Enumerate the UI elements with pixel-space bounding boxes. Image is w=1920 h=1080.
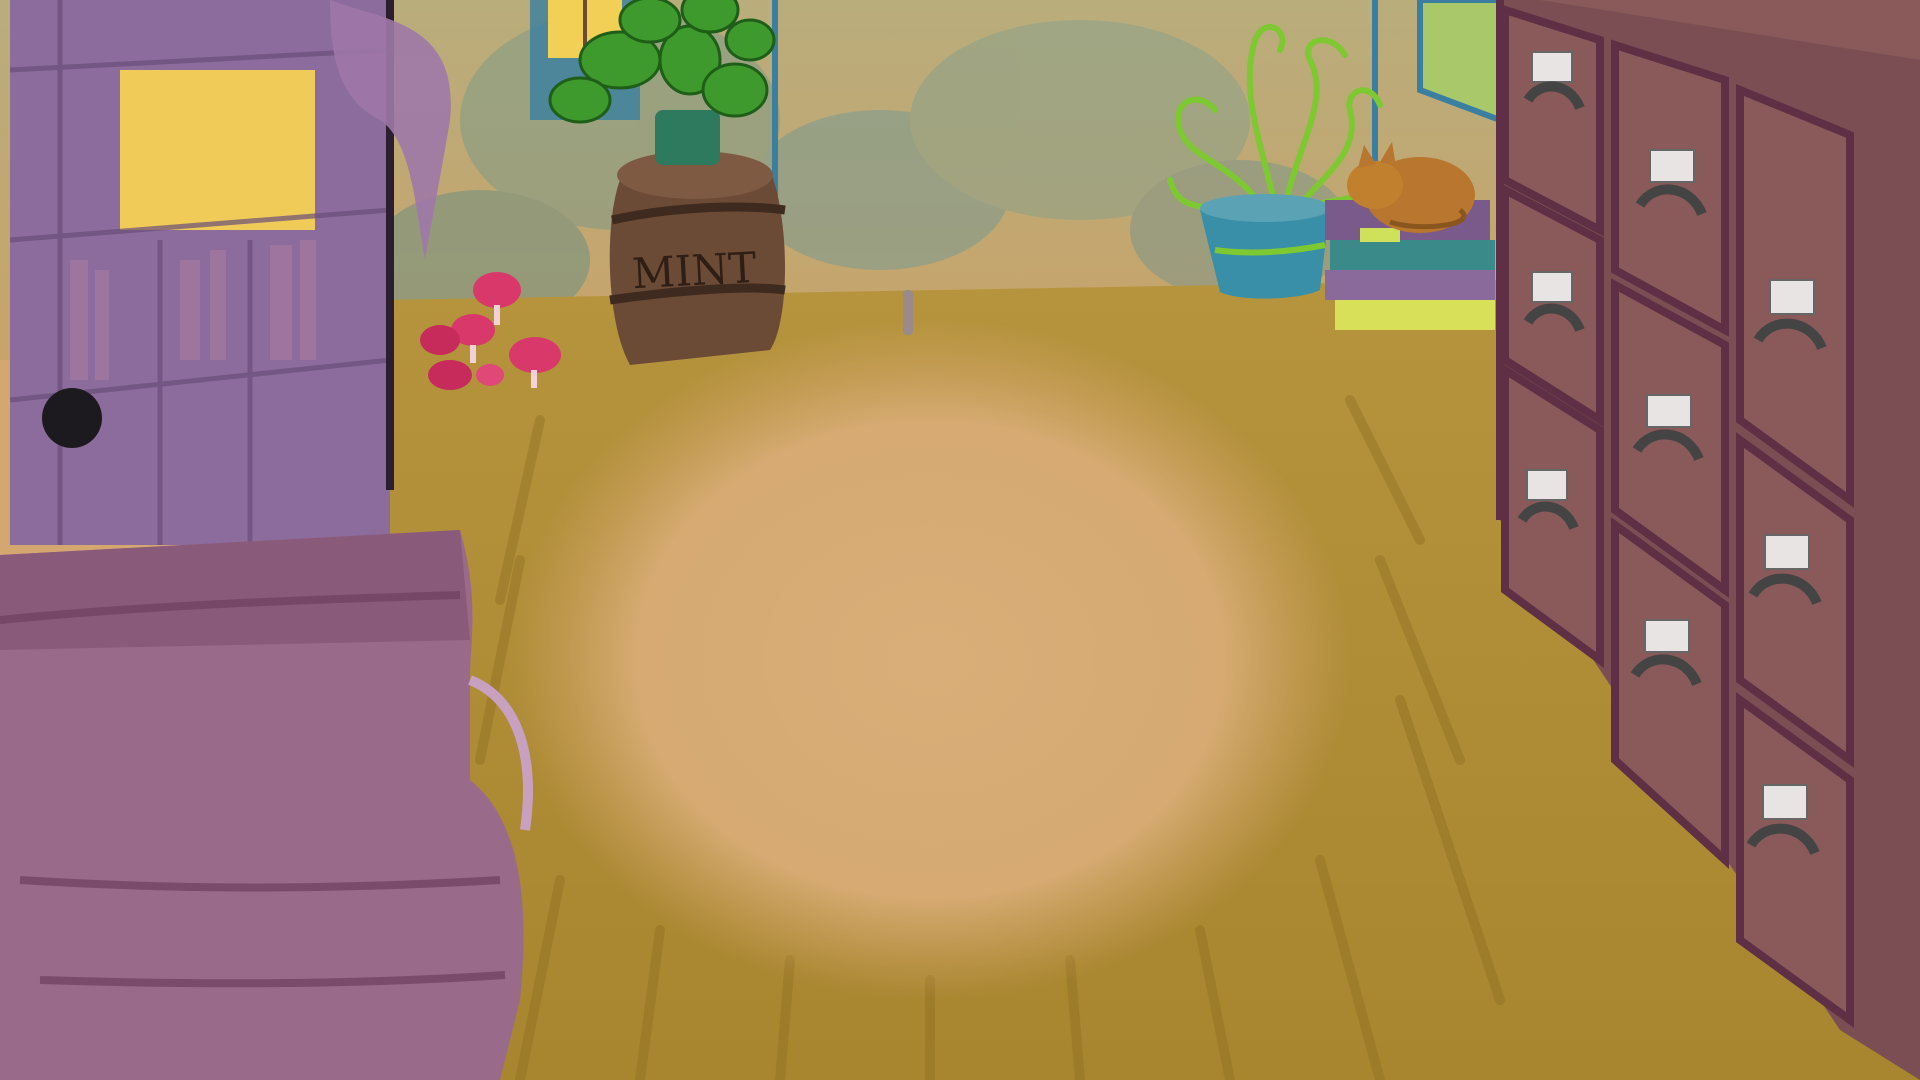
bookshelf-door[interactable] bbox=[9, 0, 394, 545]
drawer-label-icon bbox=[1526, 469, 1568, 501]
drawer-label-icon bbox=[1646, 394, 1692, 428]
drawer-label-icon bbox=[1649, 149, 1695, 183]
barrel-label: MINT bbox=[631, 243, 758, 298]
door-knob-icon[interactable] bbox=[42, 388, 102, 448]
sofa[interactable] bbox=[0, 530, 533, 1080]
wall-peg bbox=[903, 290, 913, 335]
drawer-label-icon bbox=[1644, 619, 1690, 653]
drawer-label-icon bbox=[1769, 279, 1815, 315]
drawer-label-icon bbox=[1531, 51, 1573, 83]
drawer-label-icon bbox=[1762, 784, 1808, 820]
room-scene: MINT bbox=[0, 0, 1920, 1080]
drawer-label-icon bbox=[1764, 534, 1810, 570]
floor-light-pool bbox=[510, 320, 1350, 1000]
drawer-label-icon bbox=[1531, 271, 1573, 303]
